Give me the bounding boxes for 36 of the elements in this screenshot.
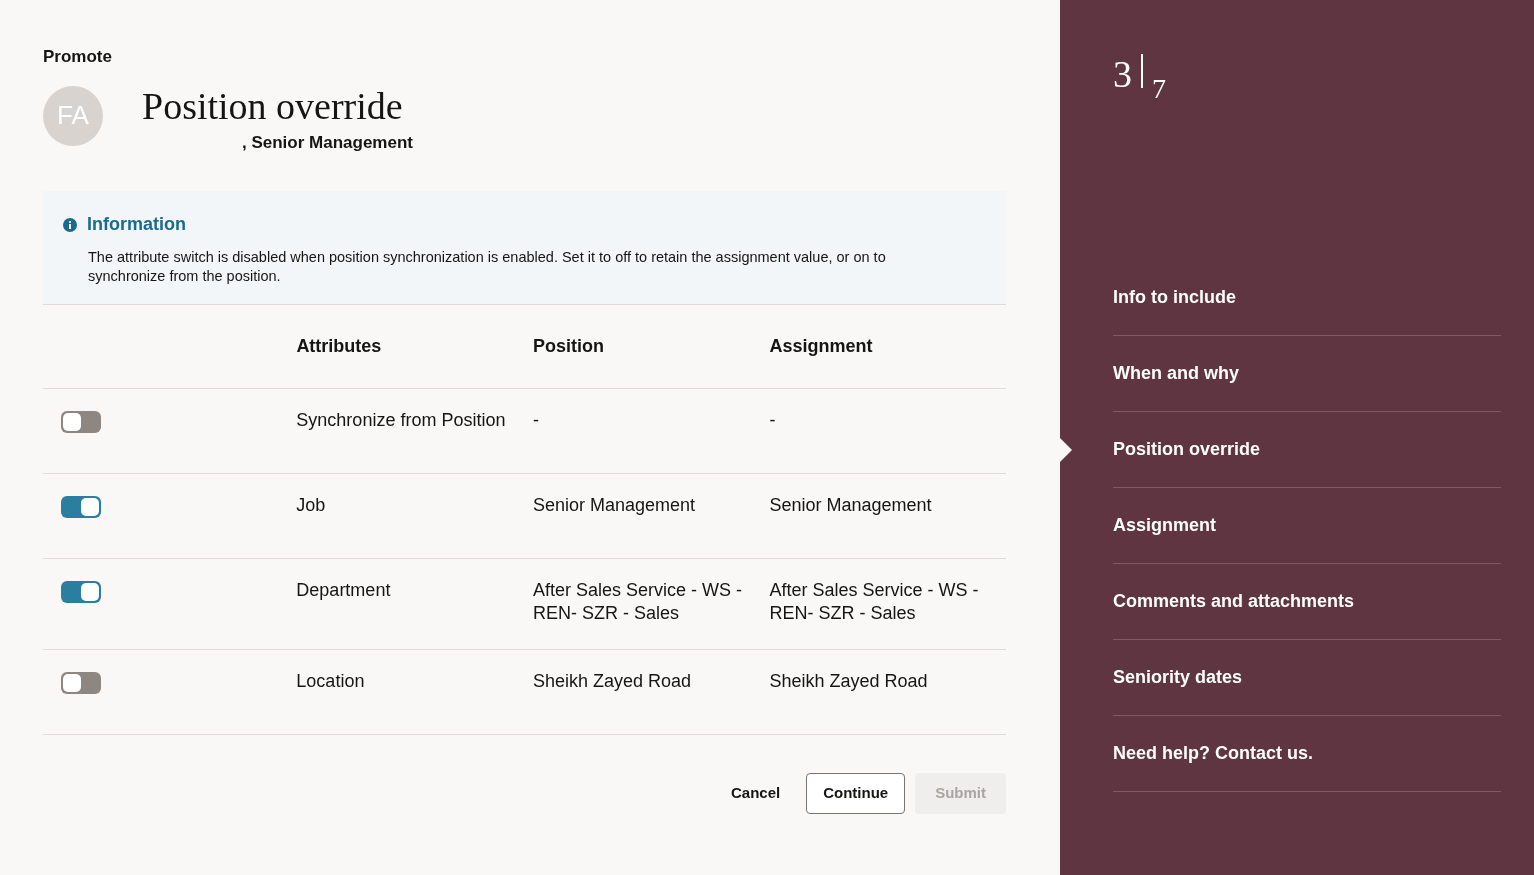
page-subtitle: , Senior Management [242, 131, 413, 154]
table-cell-text: Synchronize from Position [296, 409, 507, 432]
step-link[interactable]: Need help? Contact us. [1113, 740, 1314, 767]
step-link[interactable]: Position override [1113, 436, 1261, 463]
column-header: Position [532, 335, 605, 358]
table-cell-text: - [532, 409, 540, 432]
toggle-switch[interactable] [61, 411, 101, 433]
step-link[interactable]: Assignment [1113, 512, 1217, 539]
table-cell-text: After Sales Service - WS - REN- SZR - Sales [532, 579, 743, 625]
toggle-switch[interactable] [61, 581, 101, 603]
table-cell-text: Job [296, 494, 327, 517]
table-cell-text: Location [296, 670, 366, 693]
table-cell-text: - [769, 409, 777, 432]
info-icon [63, 217, 77, 232]
table-cell-text: Department [296, 579, 392, 602]
table-cell-text: Sheikh Zayed Road [532, 670, 692, 693]
cancel-button[interactable]: Cancel [714, 773, 797, 814]
step-link[interactable]: Info to include [1113, 284, 1236, 311]
info-title: Information [87, 213, 186, 236]
table-cell-text: Senior Management [532, 494, 696, 517]
step-link[interactable]: When and why [1113, 360, 1239, 387]
step-total: 7 [1152, 72, 1166, 106]
column-header: Attributes [296, 335, 383, 358]
info-text: The attribute switch is disabled when position synchronization is enabled. Set it to off to retain the assignment value, or on to synchronize from the position. [88, 248, 887, 286]
eyebrow-text: Promote [43, 46, 113, 68]
step-current: 3 [1113, 52, 1132, 96]
table-cell-text: Sheikh Zayed Road [769, 670, 929, 693]
page-title: Position override [142, 83, 404, 128]
table-cell-text: Senior Management [769, 494, 933, 517]
step-link[interactable]: Seniority dates [1113, 664, 1243, 691]
continue-button[interactable]: Continue [806, 773, 906, 814]
toggle-switch[interactable] [61, 496, 101, 518]
table-cell-text: After Sales Service - WS - REN- SZR - Sales [769, 579, 980, 625]
column-header: Assignment [769, 335, 874, 358]
step-link[interactable]: Comments and attachments [1113, 588, 1355, 615]
toggle-switch[interactable] [61, 672, 101, 694]
